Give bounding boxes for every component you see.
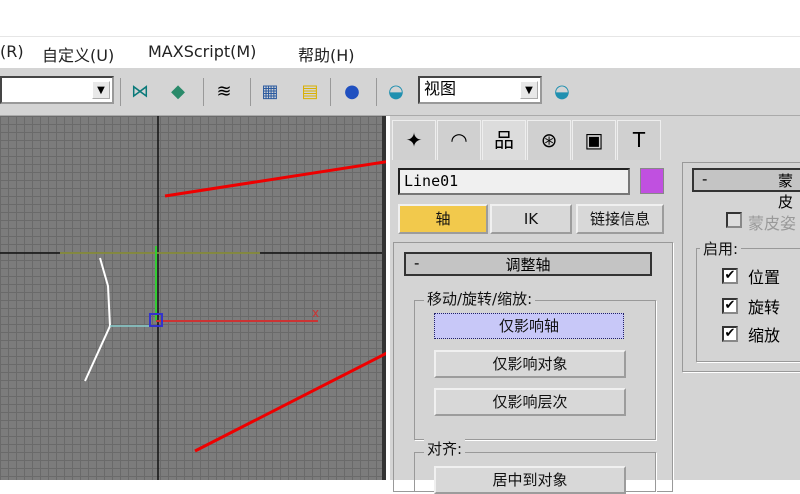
move-rotate-scale-label: 移动/旋转/缩放: [424, 288, 536, 309]
main-toolbar: ▼ ⋈ ◆ ≋ ▦ ▤ ● ◒ 视图 ▼ ◒ [0, 68, 800, 116]
skin-pose-checkbox[interactable] [726, 212, 742, 228]
skin-pose-rollout-header[interactable]: - 蒙皮 [692, 168, 800, 211]
hammer-icon: T [632, 128, 646, 152]
motion-icon: ⊛ [540, 128, 558, 152]
render-view-combo[interactable]: 视图 ▼ [418, 76, 542, 104]
viewport[interactable]: x [0, 116, 386, 480]
object-color-swatch[interactable] [640, 168, 664, 194]
create-tab[interactable]: ✦ [392, 120, 436, 160]
view-combo-value: 视图 [424, 79, 457, 98]
display-icon: ▣ [584, 128, 604, 152]
display-tab[interactable]: ▣ [572, 120, 616, 160]
selection-set-combo[interactable]: ▼ [0, 76, 114, 104]
rotation-label: 旋转 [748, 298, 781, 317]
layers-icon[interactable]: ≋ [212, 80, 236, 104]
rollout-title: 调整轴 [505, 256, 551, 274]
modify-tab[interactable]: ◠ [437, 120, 481, 160]
utilities-tab[interactable]: T [617, 120, 661, 160]
scale-label: 缩放 [748, 326, 781, 345]
affect-pivot-only-button[interactable]: 仅影响轴 [434, 313, 624, 339]
render-setup-icon[interactable]: ◒ [384, 80, 408, 104]
pivot-tab[interactable]: 轴 [398, 204, 488, 234]
align-label: 对齐: [424, 438, 466, 459]
chevron-down-icon: ▼ [92, 81, 110, 99]
menu-customize[interactable]: 自定义(U) [42, 42, 114, 66]
rollout-title: 蒙皮 [778, 172, 794, 211]
rotation-checkbox[interactable]: ✔ [722, 298, 738, 314]
affect-object-only-button[interactable]: 仅影响对象 [434, 350, 626, 378]
align-icon[interactable]: ◆ [166, 80, 190, 104]
curve-editor-icon[interactable]: ▦ [258, 80, 282, 104]
menu-rendering[interactable]: (R) [0, 42, 24, 61]
menu-maxscript[interactable]: MAXScript(M) [148, 42, 256, 61]
create-icon: ✦ [405, 128, 423, 152]
command-panel: ✦ ◠ 品 ⊛ ▣ T Line01 轴 IK 链接信息 - 调整轴 移动/旋转… [390, 116, 800, 494]
object-name-input[interactable]: Line01 [398, 168, 630, 195]
render-icon[interactable]: ◒ [550, 80, 574, 104]
motion-tab[interactable]: ⊛ [527, 120, 571, 160]
rollout-collapse: - [702, 170, 708, 188]
hierarchy-icon: 品 [494, 128, 514, 152]
menu-bar: (R) 自定义(U) MAXScript(M) 帮助(H) [0, 36, 800, 68]
material-editor-icon[interactable]: ● [340, 80, 364, 104]
ik-tab[interactable]: IK [490, 204, 572, 234]
chevron-down-icon: ▼ [520, 81, 538, 99]
adjust-pivot-rollout-header[interactable]: - 调整轴 [404, 252, 652, 276]
schematic-icon[interactable]: ▤ [298, 80, 322, 104]
scale-checkbox[interactable]: ✔ [722, 326, 738, 342]
mirror-icon[interactable]: ⋈ [128, 80, 152, 104]
link-info-tab[interactable]: 链接信息 [576, 204, 664, 234]
position-label: 位置 [748, 268, 781, 287]
affect-hierarchy-only-button[interactable]: 仅影响层次 [434, 388, 626, 416]
center-to-object-button[interactable]: 居中到对象 [434, 466, 626, 494]
skin-pose-label: 蒙皮姿 [748, 214, 797, 233]
position-checkbox[interactable]: ✔ [722, 268, 738, 284]
modify-icon: ◠ [450, 128, 468, 152]
hierarchy-tab[interactable]: 品 [482, 120, 526, 160]
menu-help[interactable]: 帮助(H) [298, 42, 355, 66]
x-axis-label: x [312, 306, 320, 320]
enable-label: 启用: [700, 238, 742, 259]
